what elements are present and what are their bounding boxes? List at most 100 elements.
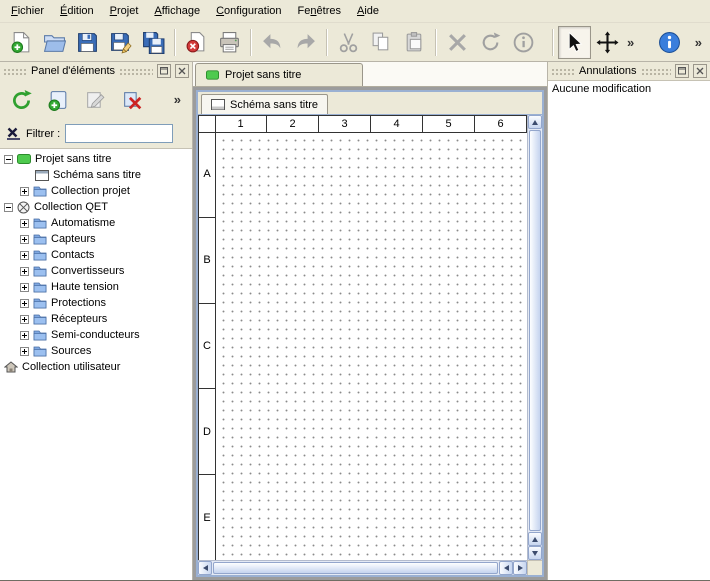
elements-toolbar-overflow-chevron[interactable]: »	[171, 92, 184, 107]
menubar: Fichier Édition Projet Affichage Configu…	[0, 0, 710, 23]
dock-grip[interactable]	[119, 68, 153, 75]
about-info-button[interactable]	[653, 26, 686, 59]
diagram-canvas[interactable]: 1 2 3 4 5 6 A B C D	[198, 115, 527, 560]
expand-expander-icon[interactable]	[20, 315, 29, 324]
clear-filter-icon[interactable]	[6, 126, 21, 141]
undo-dock-titlebar[interactable]: Annulations	[548, 62, 710, 80]
tree-item-sources[interactable]: Sources	[0, 343, 192, 359]
menu-affichage[interactable]: Affichage	[147, 2, 207, 20]
tree-item-label: Sources	[51, 345, 91, 357]
mdi-area: Projet sans titre Schéma sans titre	[193, 62, 547, 580]
delete-button[interactable]	[441, 26, 474, 59]
scroll-up-button[interactable]	[528, 115, 542, 129]
scroll-up-button-2[interactable]	[528, 532, 542, 546]
horizontal-scroll-thumb[interactable]	[213, 562, 498, 574]
menu-fichier[interactable]: Fichier	[4, 2, 51, 20]
tree-item-haute-tension[interactable]: Haute tension	[0, 279, 192, 295]
rotate-button[interactable]	[474, 26, 507, 59]
undo-history-list[interactable]: Aucune modification	[548, 80, 710, 580]
expand-expander-icon[interactable]	[20, 347, 29, 356]
close-dock-button[interactable]	[175, 64, 189, 78]
tree-item-semi-conducteurs[interactable]: Semi-conducteurs	[0, 327, 192, 343]
toolbar-overflow-chevron-2[interactable]: »	[692, 35, 705, 50]
menu-label: ide	[364, 5, 379, 17]
expand-expander-icon[interactable]	[20, 219, 29, 228]
save-as-button[interactable]	[104, 26, 137, 59]
tree-item-protections[interactable]: Protections	[0, 295, 192, 311]
tab-schema-sans-titre[interactable]: Schéma sans titre	[201, 94, 328, 114]
tree-item-recepteurs[interactable]: Récepteurs	[0, 311, 192, 327]
float-dock-button[interactable]	[675, 64, 689, 78]
column-header: 2	[267, 115, 319, 133]
tree-item-schema-sans-titre[interactable]: Schéma sans titre	[0, 167, 192, 183]
close-file-button[interactable]	[180, 26, 213, 59]
vertical-scrollbar[interactable]	[527, 115, 542, 560]
delete-element-button[interactable]	[116, 84, 148, 116]
qet-main-window: Fichier Édition Projet Affichage Configu…	[0, 0, 710, 581]
paste-button[interactable]	[398, 26, 431, 59]
collapse-expander-icon[interactable]	[4, 155, 13, 164]
toolbar-separator	[326, 29, 328, 56]
float-dock-button[interactable]	[157, 64, 171, 78]
expand-expander-icon[interactable]	[20, 267, 29, 276]
diagram-grid[interactable]	[216, 133, 527, 560]
redo-button[interactable]	[289, 26, 322, 59]
close-dock-button[interactable]	[693, 64, 707, 78]
expand-expander-icon[interactable]	[20, 299, 29, 308]
tab-projet-sans-titre[interactable]: Projet sans titre	[195, 63, 363, 86]
move-arrows-icon	[596, 31, 619, 54]
menu-projet[interactable]: Projet	[103, 2, 146, 20]
menu-configuration[interactable]: Configuration	[209, 2, 288, 20]
copy-button[interactable]	[365, 26, 398, 59]
scroll-right-button[interactable]	[513, 561, 527, 575]
scroll-down-button[interactable]	[528, 546, 542, 560]
tree-item-automatisme[interactable]: Automatisme	[0, 215, 192, 231]
menu-fenetres[interactable]: Fenêtres	[291, 2, 348, 20]
cut-button[interactable]	[332, 26, 365, 59]
tree-item-capteurs[interactable]: Capteurs	[0, 231, 192, 247]
expand-expander-icon[interactable]	[20, 251, 29, 260]
scroll-left-button[interactable]	[198, 561, 212, 575]
dock-grip[interactable]	[641, 68, 672, 75]
select-mode-button[interactable]	[558, 26, 591, 59]
new-file-button[interactable]	[5, 26, 38, 59]
expand-expander-icon[interactable]	[20, 331, 29, 340]
tree-item-label: Convertisseurs	[51, 265, 124, 277]
filter-row: Filtrer :	[0, 120, 192, 148]
reload-collections-button[interactable]	[5, 84, 37, 116]
main-area: Panel d'éléments	[0, 62, 710, 580]
undo-icon	[261, 31, 284, 54]
open-file-button[interactable]	[38, 26, 71, 59]
elements-tree[interactable]: Projet sans titre Schéma sans titre Coll…	[0, 148, 192, 580]
vertical-scroll-thumb[interactable]	[529, 130, 541, 531]
dock-grip[interactable]	[3, 68, 27, 75]
tree-item-convertisseurs[interactable]: Convertisseurs	[0, 263, 192, 279]
expand-expander-icon[interactable]	[20, 283, 29, 292]
pan-mode-button[interactable]	[591, 26, 624, 59]
info-blue-icon	[658, 31, 681, 54]
scroll-left-button-2[interactable]	[499, 561, 513, 575]
save-button[interactable]	[71, 26, 104, 59]
expand-expander-icon[interactable]	[20, 187, 29, 196]
element-info-button[interactable]	[507, 26, 540, 59]
toolbar-overflow-chevron[interactable]: »	[624, 35, 637, 50]
collapse-expander-icon[interactable]	[4, 203, 13, 212]
tree-item-projet-sans-titre[interactable]: Projet sans titre	[0, 151, 192, 167]
menu-aide[interactable]: Aide	[350, 2, 386, 20]
undo-button[interactable]	[256, 26, 289, 59]
save-all-button[interactable]	[137, 26, 170, 59]
menu-edition[interactable]: Édition	[53, 2, 101, 20]
tree-item-contacts[interactable]: Contacts	[0, 247, 192, 263]
new-element-button[interactable]	[42, 84, 74, 116]
elements-panel-titlebar[interactable]: Panel d'éléments	[0, 62, 192, 80]
print-button[interactable]	[213, 26, 246, 59]
tree-item-collection-projet[interactable]: Collection projet	[0, 183, 192, 199]
project-icon	[206, 70, 219, 80]
element-filter-input[interactable]	[65, 124, 173, 143]
tree-item-collection-qet[interactable]: Collection QET	[0, 199, 192, 215]
dock-grip[interactable]	[551, 68, 575, 75]
edit-element-button[interactable]	[79, 84, 111, 116]
expand-expander-icon[interactable]	[20, 235, 29, 244]
horizontal-scrollbar[interactable]	[198, 560, 527, 575]
tree-item-collection-utilisateur[interactable]: Collection utilisateur	[0, 359, 192, 375]
